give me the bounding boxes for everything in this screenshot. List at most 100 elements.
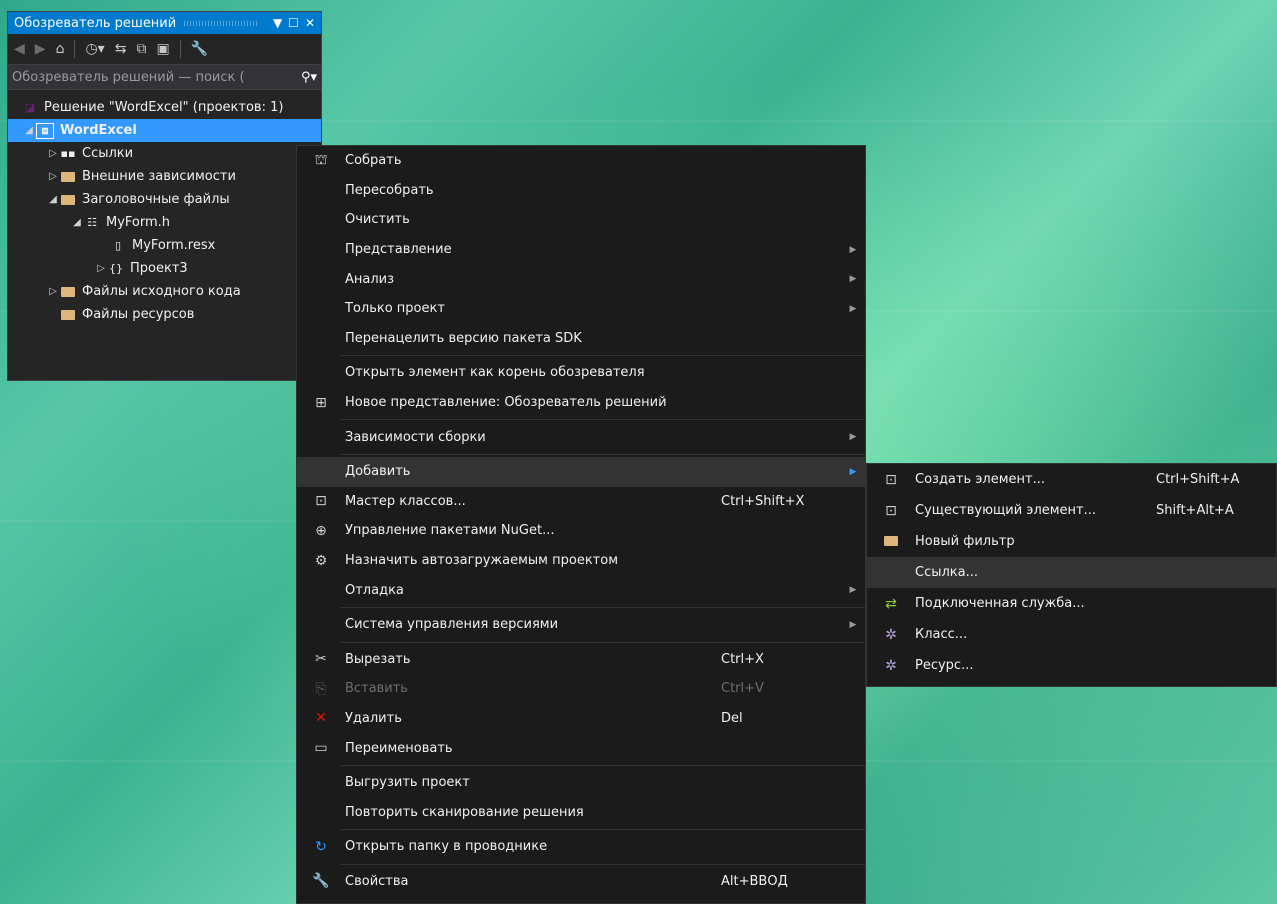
menu-item-debug[interactable]: Отладка ▶ [297, 575, 865, 605]
home-icon[interactable]: ⌂ [56, 41, 65, 57]
menu-item-delete[interactable]: ✕ Удалить Del [297, 704, 865, 734]
search-box[interactable]: Обозреватель решений — поиск ( ⚲▾ [8, 64, 321, 90]
menu-separator [341, 355, 865, 357]
menu-item-label: Представление [345, 242, 452, 258]
submenu-item-class[interactable]: ✲ Класс... [867, 619, 1276, 650]
menu-item-unload-project[interactable]: Выгрузить проект [297, 768, 865, 798]
menu-item-label: Выгрузить проект [345, 775, 470, 791]
panel-title-bar[interactable]: Обозреватель решений ▼ ☐ ✕ [8, 12, 321, 34]
menu-item-properties[interactable]: 🔧 Свойства Alt+ВВОД [297, 867, 865, 897]
menu-item-cut[interactable]: ✂ Вырезать Ctrl+X [297, 645, 865, 675]
menu-item-label: Свойства [345, 873, 409, 889]
expanded-arrow-icon[interactable]: ◢ [46, 194, 60, 205]
menu-item-rename[interactable]: ▭ Переименовать [297, 733, 865, 763]
close-icon[interactable]: ✕ [305, 16, 315, 30]
wrench-icon: 🔧 [312, 873, 330, 890]
menu-item-build-dependencies[interactable]: Зависимости сборки ▶ [297, 422, 865, 452]
submenu-item-connected-service[interactable]: ⇄ Подключенная служба... [867, 588, 1276, 619]
form-icon: ☷ [87, 216, 97, 229]
drag-grip[interactable] [184, 20, 259, 26]
submenu-item-reference[interactable]: Ссылка... [867, 557, 1276, 588]
references-icon: ▪▪ [60, 147, 76, 160]
menu-separator [341, 764, 865, 766]
menu-item-add[interactable]: Добавить ▶ [297, 456, 865, 487]
connected-service-icon: ⇄ [885, 595, 897, 612]
menu-item-paste[interactable]: ⎘ Вставить Ctrl+V [297, 674, 865, 704]
menu-item-shortcut: Ctrl+X [721, 651, 764, 667]
collapse-all-icon[interactable]: ⧉ [136, 41, 146, 57]
menu-item-rebuild[interactable]: Пересобрать [297, 176, 865, 206]
menu-item-label: Переименовать [345, 740, 453, 756]
submenu-item-existing-item[interactable]: ⊡ Существующий элемент... Shift+Alt+A [867, 495, 1276, 526]
maximize-icon[interactable]: ☐ [288, 16, 299, 30]
menu-item-nuget[interactable]: ⊕ Управление пакетами NuGet... [297, 516, 865, 546]
menu-item-label: Назначить автозагружаемым проектом [345, 553, 618, 569]
existing-item-icon: ⊡ [885, 502, 897, 519]
collapsed-arrow-icon[interactable]: ▷ [94, 263, 108, 274]
menu-item-project-only[interactable]: Только проект ▶ [297, 294, 865, 324]
tree-node-resource-files[interactable]: Файлы ресурсов [8, 303, 321, 326]
submenu-item-resource[interactable]: ✲ Ресурс... [867, 650, 1276, 681]
menu-item-build[interactable]: ⛫ Собрать [297, 146, 865, 176]
collapsed-arrow-icon[interactable]: ▷ [46, 171, 60, 182]
menu-item-view[interactable]: Представление ▶ [297, 235, 865, 265]
menu-item-label: Зависимости сборки [345, 429, 486, 445]
submenu-arrow-icon: ▶ [849, 303, 857, 314]
menu-item-source-control[interactable]: Система управления версиями ▶ [297, 610, 865, 640]
tree-node-header-files[interactable]: ◢ Заголовочные файлы [8, 188, 321, 211]
tree-node-namespace[interactable]: ▷ {} Проект3 [8, 257, 321, 280]
tree-node-label: Файлы ресурсов [82, 307, 195, 322]
menu-item-analysis[interactable]: Анализ ▶ [297, 264, 865, 294]
submenu-arrow-icon: ▶ [849, 466, 857, 477]
nuget-icon: ⊕ [315, 522, 327, 539]
menu-item-shortcut: Del [721, 710, 743, 726]
forward-icon[interactable]: ▶ [35, 41, 46, 57]
search-input[interactable]: Обозреватель решений — поиск ( [12, 70, 301, 85]
menu-item-clean[interactable]: Очистить [297, 205, 865, 235]
tree-node-project[interactable]: ◢ ⧈ WordExcel [8, 119, 321, 142]
menu-item-label: Ресурс... [915, 658, 974, 673]
tree-node-myform-h[interactable]: ◢ ☷ MyForm.h [8, 211, 321, 234]
dropdown-arrow-icon[interactable]: ▼ [273, 16, 282, 30]
show-all-files-icon[interactable]: ▣ [156, 41, 169, 57]
menu-separator [341, 641, 865, 643]
panel-title: Обозреватель решений [14, 15, 177, 31]
tree-node-label: Внешние зависимости [82, 169, 236, 184]
menu-item-set-startup[interactable]: ⚙ Назначить автозагружаемым проектом [297, 546, 865, 576]
gear-icon: ⚙ [314, 552, 328, 569]
collapsed-arrow-icon[interactable]: ▷ [46, 148, 60, 159]
toolbar-separator [179, 40, 181, 58]
new-item-icon: ⊡ [885, 471, 897, 488]
search-icon[interactable]: ⚲▾ [301, 70, 317, 85]
collapsed-arrow-icon[interactable]: ▷ [46, 286, 60, 297]
menu-item-scope-to-this[interactable]: Открыть элемент как корень обозревателя [297, 358, 865, 388]
tree-node-myform-resx[interactable]: ▯ MyForm.resx [8, 234, 321, 257]
menu-item-new-view[interactable]: ⊞ Новое представление: Обозреватель реше… [297, 388, 865, 418]
menu-item-label: Отладка [345, 582, 404, 598]
menu-item-shortcut: Ctrl+V [721, 681, 764, 697]
menu-item-label: Открыть элемент как корень обозревателя [345, 365, 645, 381]
tree-node-solution[interactable]: ◪ Решение "WordExcel" (проектов: 1) [8, 96, 321, 119]
tree-node-label: MyForm.h [106, 215, 171, 230]
menu-item-label: Создать элемент... [915, 472, 1045, 487]
tree-node-references[interactable]: ▷ ▪▪ Ссылки [8, 142, 321, 165]
submenu-item-new-filter[interactable]: Новый фильтр [867, 526, 1276, 557]
expanded-arrow-icon[interactable]: ◢ [70, 217, 84, 228]
menu-item-open-in-explorer[interactable]: ↻ Открыть папку в проводнике [297, 832, 865, 862]
build-icon: ⛫ [314, 151, 328, 168]
tree-node-source-files[interactable]: ▷ Файлы исходного кода [8, 280, 321, 303]
submenu-item-new-item[interactable]: ⊡ Создать элемент... Ctrl+Shift+A [867, 464, 1276, 495]
resx-file-icon: ▯ [114, 239, 122, 252]
menu-item-label: Существующий элемент... [915, 503, 1097, 518]
menu-item-label: Подключенная служба... [915, 596, 1085, 611]
tree-node-external-deps[interactable]: ▷ Внешние зависимости [8, 165, 321, 188]
back-icon[interactable]: ◀ [14, 41, 25, 57]
menu-item-retarget-sdk[interactable]: Перенацелить версию пакета SDK [297, 324, 865, 354]
menu-item-rescan-solution[interactable]: Повторить сканирование решения [297, 797, 865, 827]
history-icon[interactable]: ◷▾ [85, 41, 104, 57]
expanded-arrow-icon[interactable]: ◢ [22, 125, 36, 136]
tree-node-label: WordExcel [60, 123, 137, 138]
menu-item-class-wizard[interactable]: ⊡ Мастер классов... Ctrl+Shift+X [297, 487, 865, 517]
sync-icon[interactable]: ⇆ [115, 41, 127, 57]
properties-wrench-icon[interactable]: 🔧 [191, 41, 208, 57]
